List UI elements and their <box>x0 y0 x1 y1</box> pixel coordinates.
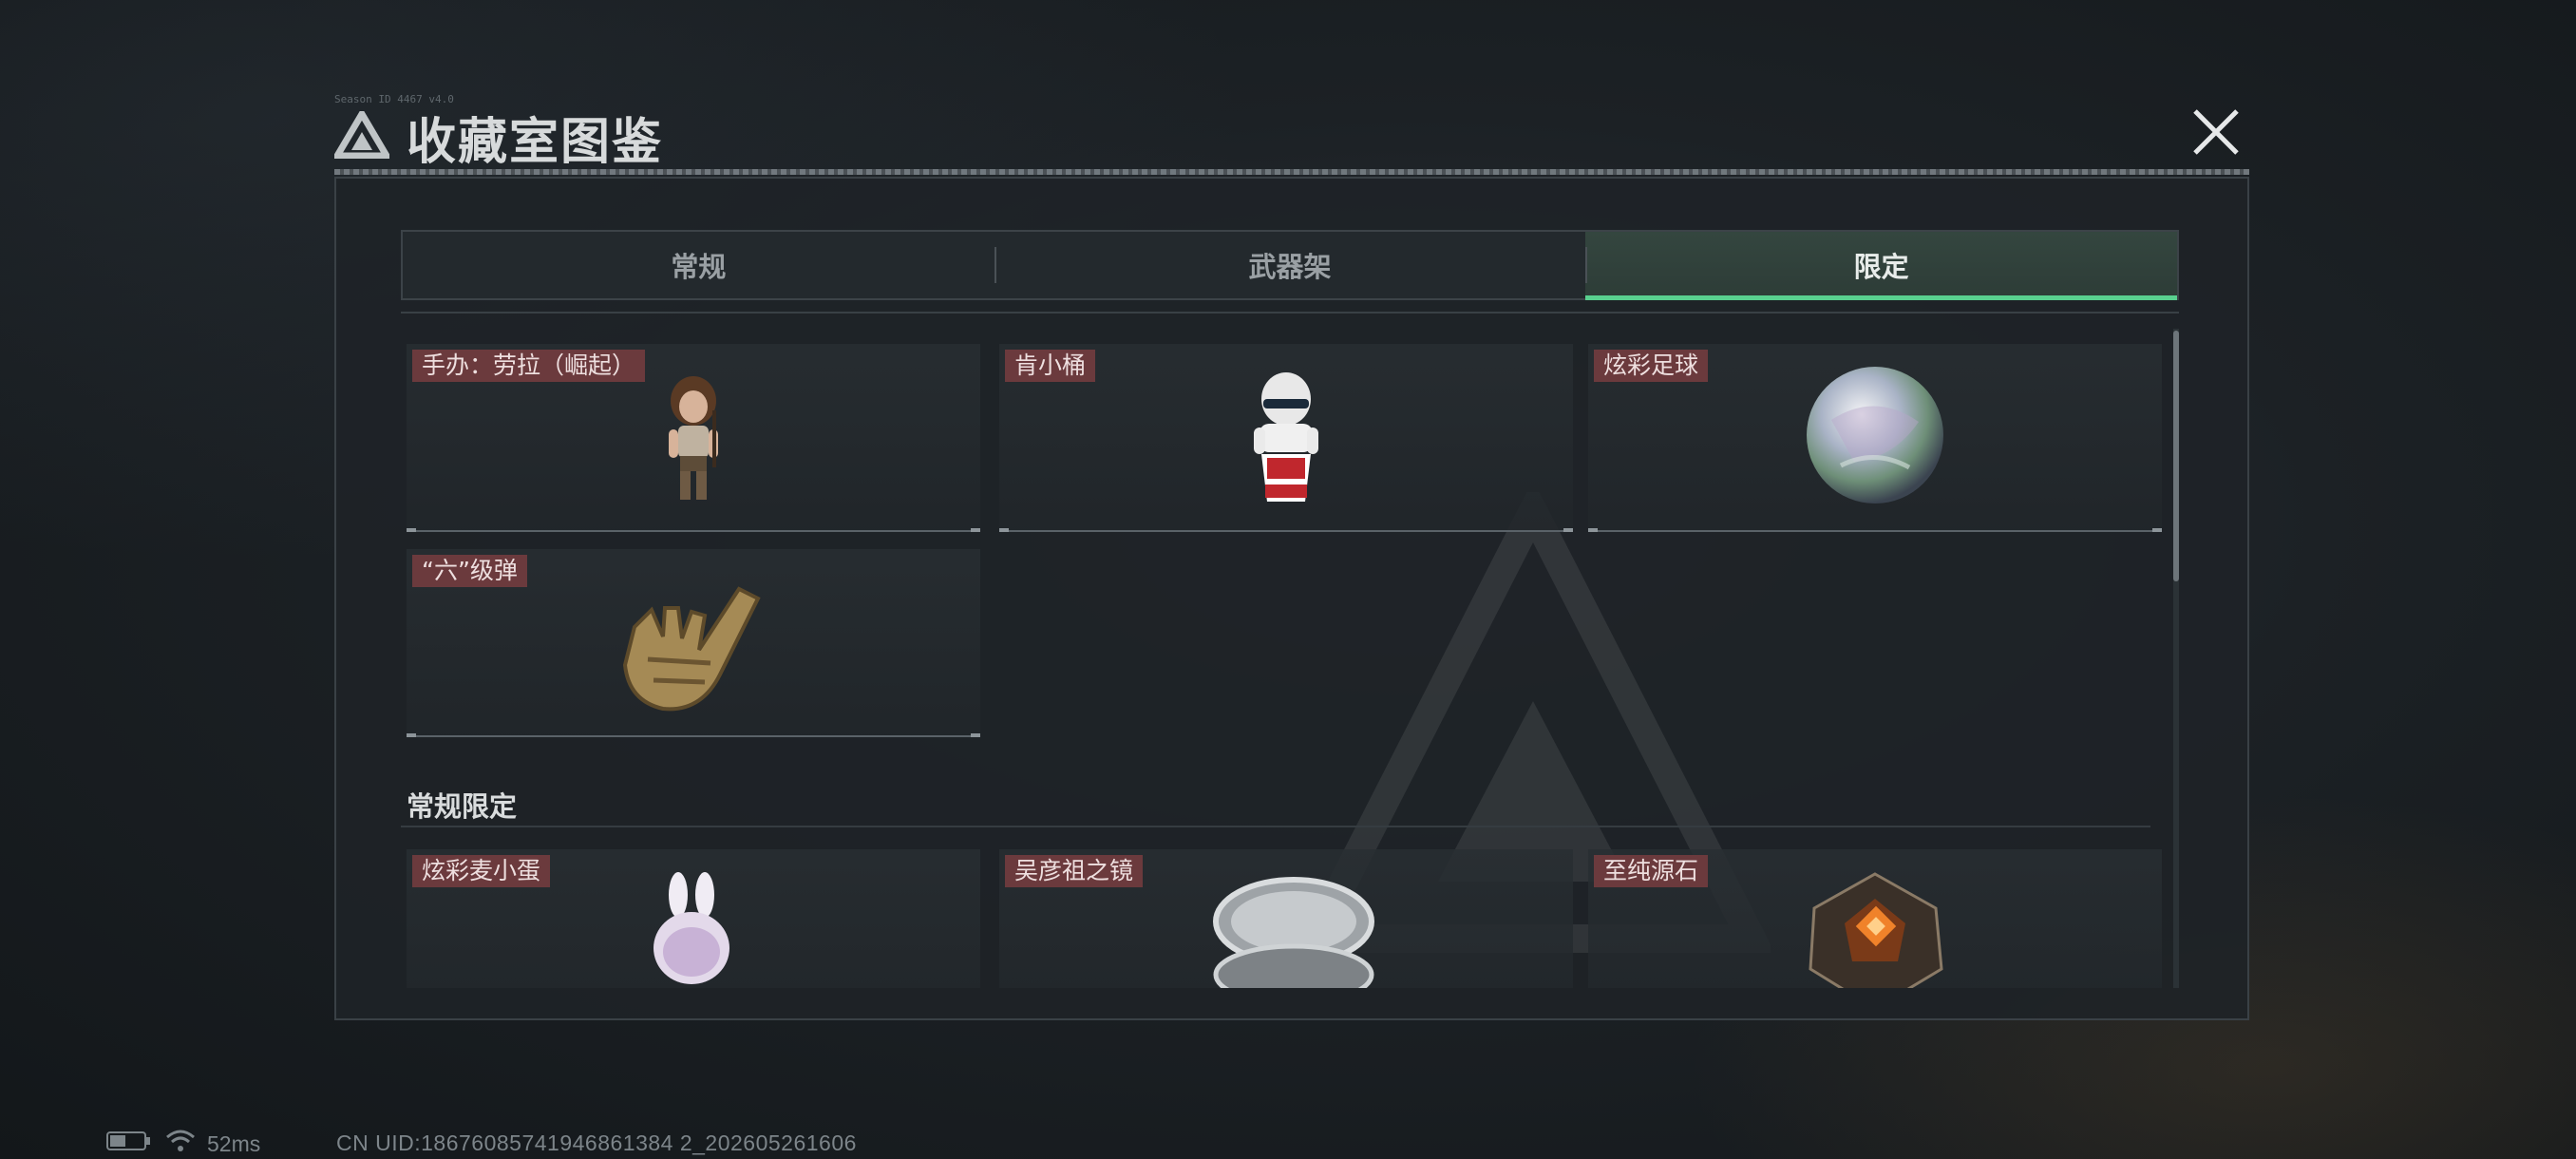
item-card[interactable]: 至纯源石 <box>1588 849 2162 988</box>
item-name-tag: 炫彩麦小蛋 <box>412 855 551 887</box>
item-card[interactable]: 肯小桶 <box>999 344 1573 532</box>
tab-label: 武器架 <box>1248 251 1332 283</box>
compact-mirror-icon <box>1213 877 1374 988</box>
golden-hand-gesture-icon <box>622 586 761 712</box>
title-divider <box>334 169 2249 175</box>
item-name-tag: 肯小桶 <box>1005 350 1096 382</box>
item-name-tag: 至纯源石 <box>1594 855 1709 887</box>
glowing-crystal-icon <box>1809 872 1943 988</box>
scrollbar-thumb[interactable] <box>2173 331 2179 581</box>
close-button[interactable] <box>2183 101 2249 167</box>
tab-limited[interactable]: 限定 <box>1585 232 2178 300</box>
uid-label: CN UID:18676085741946861384 2_2026052616… <box>336 1130 857 1155</box>
bunny-figure-icon <box>653 872 729 984</box>
iridescent-ball-icon <box>1807 367 1943 504</box>
tomb-raider-figure-icon <box>669 376 718 500</box>
item-name-tag: 手办：劳拉（崛起） <box>412 350 646 382</box>
collection-panel: 常规 武器架 限定 手办：劳拉（崛起） 肯小桶 炫彩足球 “六”级弹 常规限定 … <box>334 177 2249 1020</box>
page-title: 收藏室图鉴 <box>407 113 664 171</box>
tab-label: 限定 <box>1853 251 1909 283</box>
item-name-tag: 吴彦祖之镜 <box>1005 855 1144 887</box>
tabs-divider <box>401 312 2179 314</box>
status-bar: 52ms <box>106 1129 260 1159</box>
tab-label: 常规 <box>671 251 727 283</box>
items-scroll-area[interactable]: 手办：劳拉（崛起） 肯小桶 炫彩足球 “六”级弹 常规限定 炫彩麦小蛋 吴彦祖之… <box>401 329 2162 988</box>
tab-regular[interactable]: 常规 <box>403 232 994 298</box>
item-card[interactable]: “六”级弹 <box>407 549 980 737</box>
kfc-colonel-figure-icon <box>1254 372 1318 502</box>
item-name-tag: 炫彩足球 <box>1594 350 1709 382</box>
ping-value: 52ms <box>207 1130 261 1156</box>
close-icon <box>2190 106 2242 162</box>
window-title-bar: 收藏室图鉴 <box>331 99 664 175</box>
section-heading: 常规限定 <box>407 790 518 823</box>
item-card[interactable]: 吴彦祖之镜 <box>999 849 1573 988</box>
section-divider <box>401 826 2150 827</box>
item-card[interactable]: 炫彩麦小蛋 <box>407 849 980 988</box>
wifi-icon <box>165 1129 196 1159</box>
item-card[interactable]: 手办：劳拉（崛起） <box>407 344 980 532</box>
category-tabs: 常规 武器架 限定 <box>401 230 2179 300</box>
logo-icon <box>331 107 393 162</box>
item-name-tag: “六”级弹 <box>412 555 527 587</box>
tab-weapon-rack[interactable]: 武器架 <box>994 232 1586 298</box>
battery-icon <box>106 1130 152 1157</box>
item-card[interactable]: 炫彩足球 <box>1588 344 2162 532</box>
